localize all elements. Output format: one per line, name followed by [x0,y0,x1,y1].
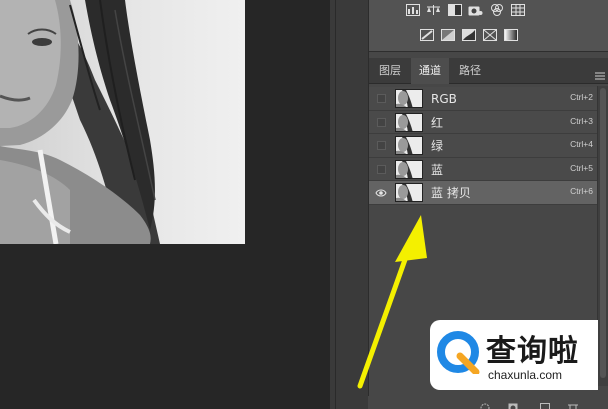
panel-tabs: 图层 通道 路径 [369,58,608,84]
channel-row[interactable]: 蓝 Ctrl+5 [369,157,597,181]
balance-icon[interactable] [426,2,441,17]
channel-mixer-icon[interactable] [489,2,504,17]
channel-thumbnail [395,112,423,132]
channel-shortcut: Ctrl+6 [570,186,593,196]
watermark-brand: 查询啦 [486,334,579,369]
watermark-domain: chaxunla.com [488,368,563,382]
visibility-toggle[interactable] [377,117,386,127]
visibility-toggle[interactable] [377,94,386,103]
delete-channel-icon[interactable] [568,398,578,409]
channel-row[interactable]: 蓝 拷贝 Ctrl+6 [369,181,597,205]
visibility-toggle[interactable] [377,141,386,150]
save-selection-icon[interactable] [508,398,518,409]
document-image[interactable] [0,0,245,244]
load-selection-icon[interactable] [480,398,490,409]
channel-list: RGB Ctrl+2 红 Ctrl+3 绿 Ctrl+4 蓝 Ctrl+5 蓝 拷贝 Ctrl+6 [369,87,597,205]
tab-paths[interactable]: 路径 [451,58,489,84]
panel-menu-icon[interactable] [595,66,605,80]
channel-row[interactable]: 红 Ctrl+3 [369,110,597,134]
gradient-map-icon[interactable] [503,27,518,42]
channel-shortcut: Ctrl+3 [570,115,593,126]
channel-name: 蓝 [431,162,444,177]
channel-name: RGB [431,92,457,106]
channel-thumbnail [395,136,423,155]
eye-icon[interactable] [375,187,387,199]
channel-name: 红 [431,115,444,130]
channel-shortcut: Ctrl+4 [570,139,593,149]
black-white-icon[interactable] [447,2,462,17]
visibility-toggle[interactable] [377,164,386,174]
watermark-logo-icon [437,331,480,374]
canvas-area[interactable] [0,0,330,409]
threshold-icon[interactable] [461,27,476,42]
channel-shortcut: Ctrl+2 [570,92,593,102]
new-channel-icon[interactable] [540,398,550,409]
watermark: 查询啦 chaxunla.com [430,320,598,390]
scrollbar[interactable] [597,86,608,386]
channel-name: 绿 [431,139,444,153]
levels-icon[interactable] [405,2,420,17]
posterize-icon[interactable] [440,27,455,42]
channel-row[interactable]: 绿 Ctrl+4 [369,134,597,158]
invert-icon[interactable] [419,27,434,42]
channel-row[interactable]: RGB Ctrl+2 [369,87,597,111]
color-lookup-icon[interactable] [510,2,525,17]
panel-divider [335,0,336,409]
photo-filter-icon[interactable] [468,2,483,17]
channel-thumbnail [395,183,423,202]
channel-thumbnail [395,89,423,108]
panel-bottom-bar [368,396,608,409]
scrollbar-thumb[interactable] [600,88,606,378]
tab-layers[interactable]: 图层 [371,58,409,84]
adjustments-panel [369,0,608,52]
channel-thumbnail [395,159,423,179]
channel-name: 蓝 拷贝 [431,186,471,200]
channel-shortcut: Ctrl+5 [570,162,593,173]
selective-color-icon[interactable] [482,27,497,42]
tab-channels[interactable]: 通道 [411,58,449,84]
portrait-photo [0,0,160,244]
